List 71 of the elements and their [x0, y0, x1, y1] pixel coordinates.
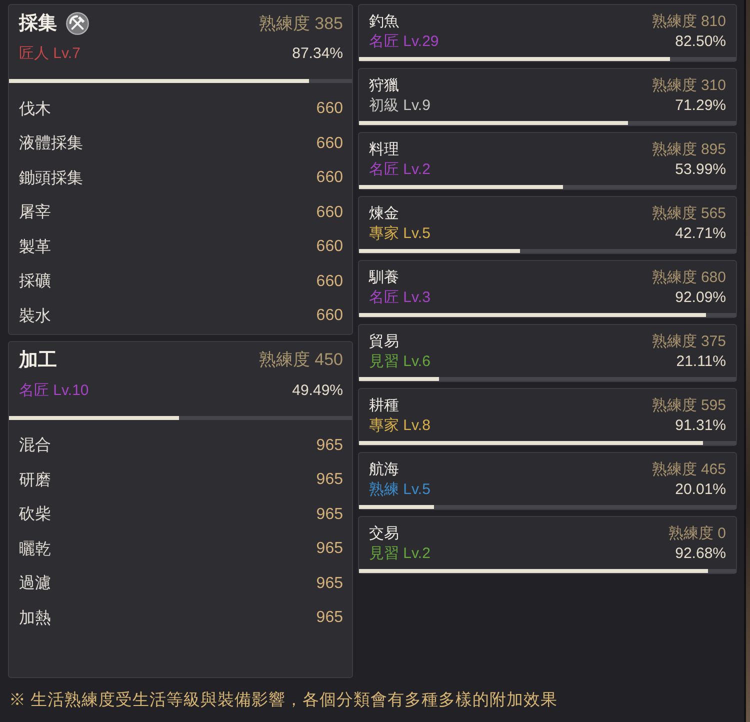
skill-name: 鋤頭採集 — [19, 168, 83, 189]
skill-name: 混合 — [19, 436, 51, 456]
rank-level: 見習 Lv.2 — [369, 544, 430, 562]
proficiency-value: 熟練度 450 — [258, 349, 343, 371]
proficiency-value: 熟練度 0 — [668, 524, 726, 542]
skill-name: 液體採集 — [19, 134, 83, 154]
proficiency-value: 熟練度 375 — [652, 332, 726, 350]
skill-value: 965 — [316, 609, 343, 628]
rank-level: 名匠 Lv.3 — [369, 288, 430, 306]
skill-name: 採礦 — [19, 272, 51, 292]
skill-value: 965 — [316, 436, 343, 455]
rank-level: 見習 Lv.6 — [369, 352, 430, 370]
proficiency-value: 熟練度 810 — [652, 12, 726, 30]
skill-name: 屠宰 — [19, 202, 51, 224]
footnote-text: ※ 生活熟練度受生活等級與裝備影響，各個分類會有多種多樣的附加效果 — [8, 690, 559, 711]
skill-title: 釣魚 — [369, 12, 399, 30]
rank-level: 熟練 Lv.5 — [369, 480, 430, 498]
skill-title: 交易 — [369, 524, 399, 542]
skill-title: 馴養 — [369, 268, 399, 286]
skill-name: 曬乾 — [19, 540, 51, 560]
proficiency-value: 熟練度 680 — [652, 268, 726, 286]
progress-percent: 91.31% — [675, 416, 726, 434]
rank-level: 專家 Lv.5 — [369, 224, 430, 242]
skill-name: 砍柴 — [19, 504, 51, 526]
skill-value: 660 — [316, 204, 343, 222]
skill-value: 965 — [316, 574, 343, 593]
progress-percent: 21.11% — [676, 352, 726, 370]
progress-percent: 82.50% — [675, 32, 726, 50]
progress-percent: 20.01% — [675, 480, 726, 498]
progress-percent: 92.09% — [675, 288, 726, 306]
skill-name: 製革 — [19, 238, 51, 258]
skill-value: 660 — [316, 238, 343, 256]
progress-percent: 87.34% — [292, 45, 343, 62]
skill-value: 965 — [316, 506, 343, 524]
rank-level: 專家 Lv.8 — [369, 416, 430, 434]
rank-level: 匠人 Lv.7 — [19, 44, 80, 63]
skill-value: 660 — [316, 307, 343, 326]
proficiency-value: 熟練度 310 — [652, 76, 726, 94]
rank-level: 初級 Lv.9 — [369, 96, 430, 114]
skill-value: 965 — [316, 471, 343, 490]
skill-title: 耕種 — [369, 396, 399, 414]
rank-level: 名匠 Lv.10 — [19, 380, 89, 400]
skill-value: 660 — [316, 134, 343, 153]
progress-percent: 92.68% — [675, 544, 726, 562]
progress-percent: 42.71% — [675, 224, 726, 242]
skill-title: 貿易 — [369, 332, 399, 350]
skill-title: 煉金 — [369, 204, 399, 222]
rank-level: 名匠 Lv.2 — [369, 160, 430, 178]
skill-value: 660 — [316, 272, 343, 291]
skill-name: 伐木 — [19, 100, 51, 120]
skill-value: 965 — [316, 540, 343, 558]
proficiency-value: 熟練度 465 — [652, 460, 726, 478]
category-title: 加工 — [19, 348, 57, 372]
skill-name: 研磨 — [19, 470, 51, 491]
skill-name: 裝水 — [19, 306, 51, 327]
category-title: 採集 — [19, 12, 57, 36]
skill-name: 加熱 — [19, 608, 51, 629]
progress-percent: 49.49% — [292, 382, 343, 398]
proficiency-value: 熟練度 385 — [258, 12, 343, 34]
skill-value: 660 — [316, 100, 343, 118]
skill-title: 料理 — [369, 140, 399, 158]
proficiency-value: 熟練度 895 — [652, 140, 726, 158]
progress-percent: 53.99% — [675, 160, 726, 178]
progress-percent: 71.29% — [675, 96, 726, 114]
skill-value: 660 — [316, 169, 343, 188]
rank-level: 名匠 Lv.29 — [369, 32, 439, 50]
skill-title: 航海 — [369, 460, 399, 478]
proficiency-value: 熟練度 595 — [652, 396, 726, 414]
skill-title: 狩獵 — [369, 76, 399, 94]
skill-name: 過濾 — [19, 574, 51, 594]
proficiency-value: 熟練度 565 — [652, 204, 726, 222]
